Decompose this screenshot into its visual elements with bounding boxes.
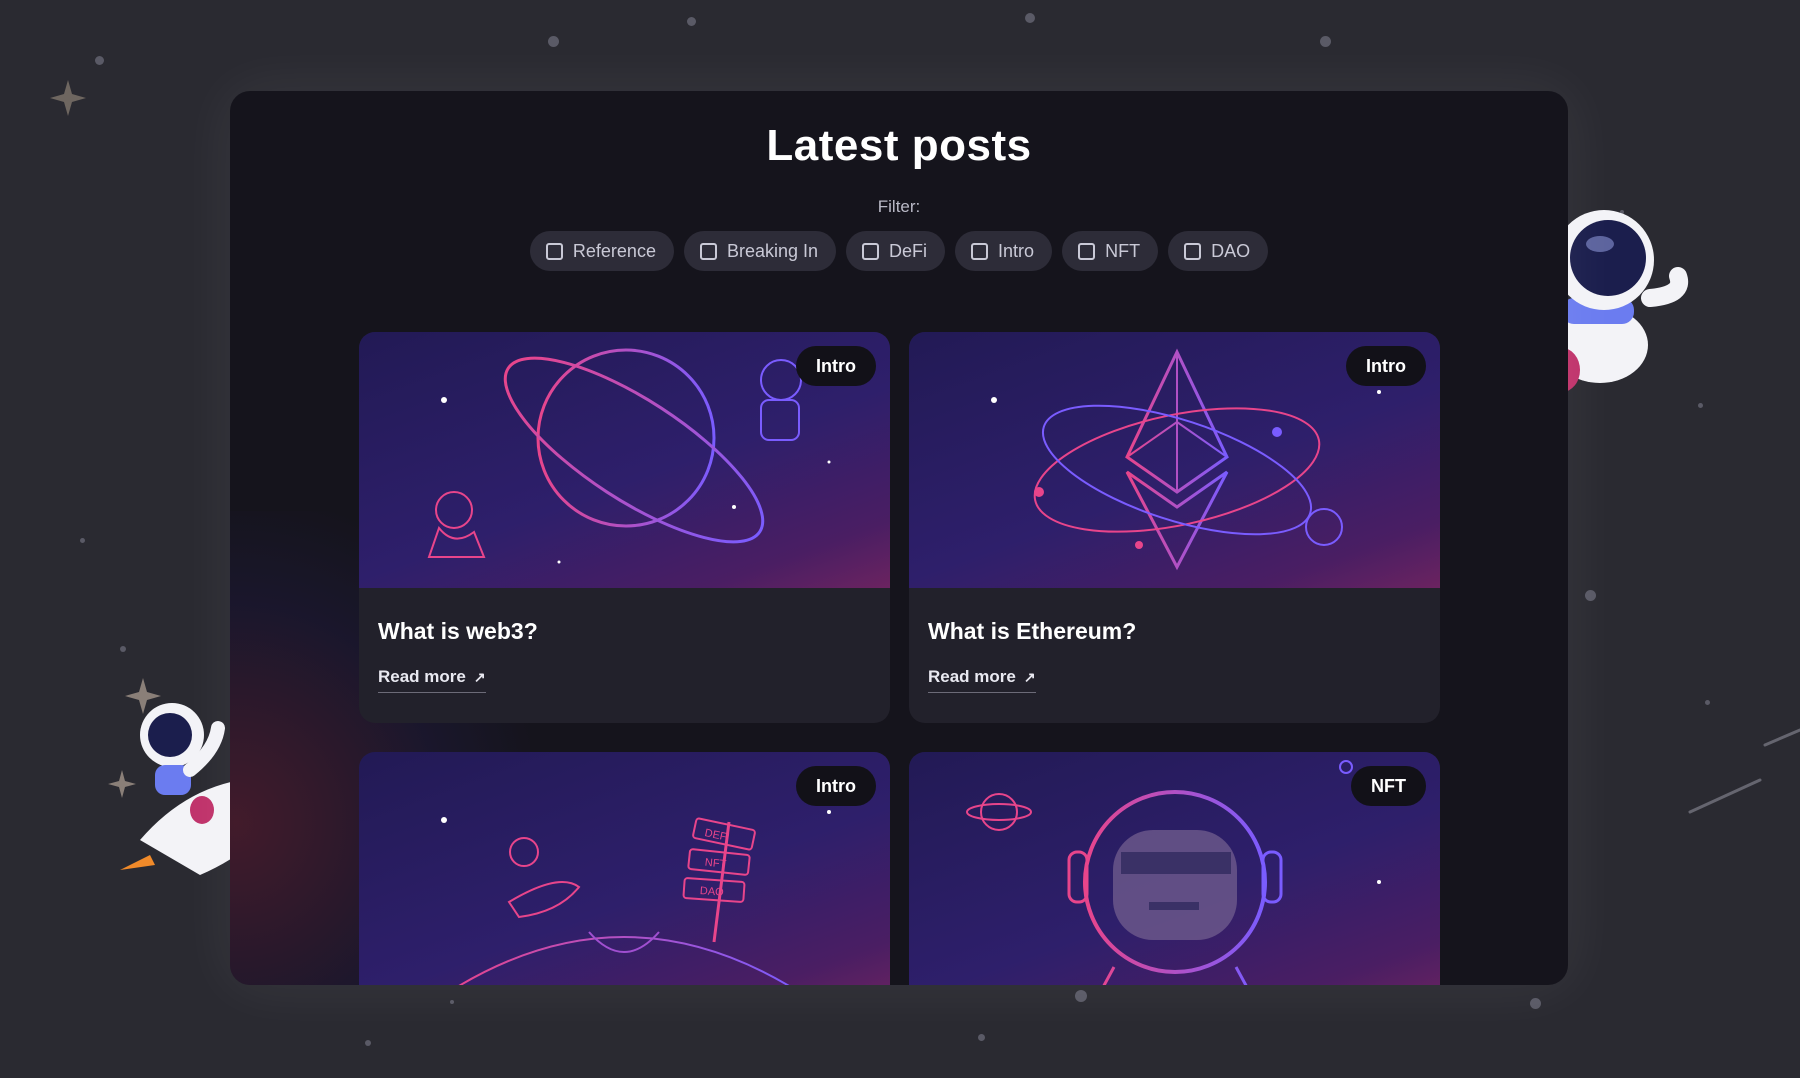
checkbox-empty-icon[interactable] [1078, 242, 1096, 260]
filter-chips: Reference Breaking In DeFi Intro NFT DAO [230, 231, 1568, 271]
sign-nft: NFT [704, 857, 727, 871]
filter-chip-label: DAO [1211, 240, 1251, 261]
post-illustration-signpost: DEFI NFT DAO Intro [359, 752, 890, 985]
checkbox-empty-icon[interactable] [1184, 242, 1202, 260]
filter-chip-defi[interactable]: DeFi [846, 231, 946, 271]
checkbox-empty-icon[interactable] [971, 242, 989, 260]
filter-chip-dao[interactable]: DAO [1168, 231, 1269, 271]
read-more-label: Read more [928, 667, 1016, 686]
post-card[interactable]: Intro What is web3? Read more ↗ [359, 332, 890, 723]
filter-chip-label: NFT [1105, 240, 1141, 261]
post-illustration-ape: NFT [909, 752, 1440, 985]
read-more-link[interactable]: Read more ↗ [378, 667, 486, 693]
post-card[interactable]: DEFI NFT DAO Intro [359, 752, 890, 985]
checkbox-empty-icon[interactable] [699, 242, 717, 260]
read-more-link[interactable]: Read more ↗ [928, 667, 1036, 693]
posts-panel: Latest posts Filter: Reference Breaking … [230, 91, 1568, 985]
arrow-up-right-icon: ↗ [473, 668, 486, 685]
post-illustration-planet: Intro [359, 332, 890, 588]
checkbox-empty-icon[interactable] [545, 242, 563, 260]
arrow-up-right-icon: ↗ [1023, 668, 1036, 685]
filter-chip-reference[interactable]: Reference [529, 231, 674, 271]
post-tag-badge: Intro [796, 766, 876, 806]
post-title[interactable]: What is Ethereum? [928, 618, 1421, 645]
sign-dao: DAO [699, 885, 724, 899]
filter-chip-nft[interactable]: NFT [1062, 231, 1159, 271]
filter-chip-label: Breaking In [726, 240, 819, 261]
filter-chip-intro[interactable]: Intro [955, 231, 1053, 271]
filter-chip-label: Intro [998, 240, 1035, 261]
page-title: Latest posts [766, 121, 1032, 170]
filter-chip-label: Reference [572, 240, 656, 261]
checkbox-empty-icon[interactable] [862, 242, 880, 260]
filter-chip-label: DeFi [889, 240, 928, 261]
read-more-label: Read more [378, 667, 466, 686]
post-title[interactable]: What is web3? [378, 618, 871, 645]
post-card[interactable]: Intro What is Ethereum? Read more ↗ [909, 332, 1440, 723]
post-card[interactable]: NFT [909, 752, 1440, 985]
post-illustration-ethereum: Intro [909, 332, 1440, 588]
filter-label: Filter: [877, 197, 921, 216]
filter-chip-breaking-in[interactable]: Breaking In [683, 231, 837, 271]
post-tag-badge: Intro [1346, 346, 1426, 386]
post-tag-badge: NFT [1351, 766, 1426, 806]
post-tag-badge: Intro [796, 346, 876, 386]
